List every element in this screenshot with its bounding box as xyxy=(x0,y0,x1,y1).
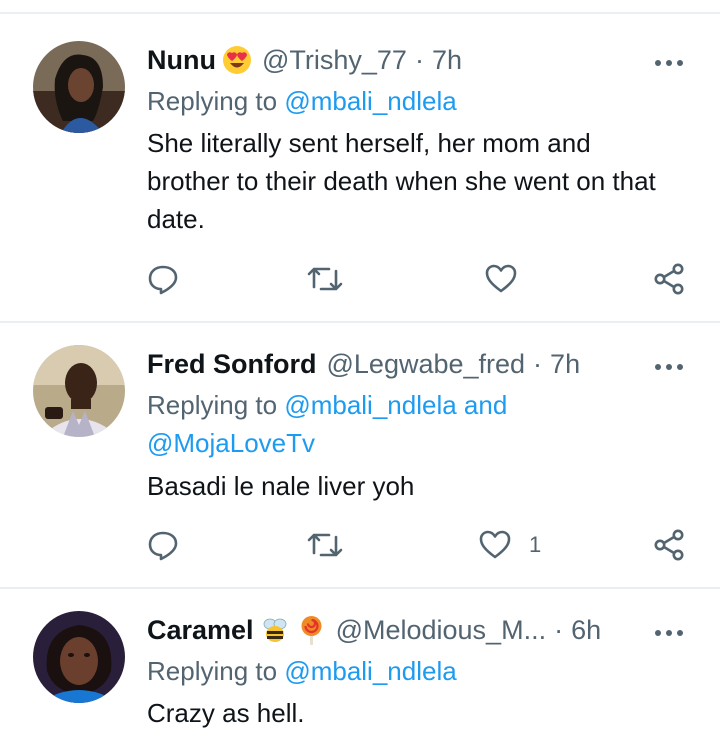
tweet-actions: 1 xyxy=(0,528,720,568)
more-icon[interactable] xyxy=(654,55,684,66)
like-count: 1 xyxy=(529,532,542,557)
share-button[interactable] xyxy=(652,262,686,296)
mention-link[interactable]: @MojaLoveTv xyxy=(147,428,315,458)
reply-icon xyxy=(148,531,178,561)
bee-emoji-icon xyxy=(260,615,290,645)
retweet-button[interactable] xyxy=(307,528,343,562)
separator-dot: · xyxy=(533,348,543,379)
share-icon xyxy=(654,529,684,561)
display-name[interactable]: Fred Sonford xyxy=(147,349,317,380)
timestamp[interactable]: 6h xyxy=(571,615,601,646)
heart-eyes-emoji-icon xyxy=(222,45,252,75)
replying-to: Replying to @mbali_ndlela xyxy=(147,652,457,690)
like-button[interactable] xyxy=(485,262,535,296)
replying-to-label: Replying to xyxy=(147,86,278,116)
more-icon[interactable] xyxy=(654,625,684,636)
avatar[interactable] xyxy=(33,345,125,437)
like-icon xyxy=(485,264,517,293)
timestamp[interactable]: 7h xyxy=(432,45,462,76)
mention-link[interactable]: @mbali_ndlela xyxy=(284,656,456,686)
reply-button[interactable] xyxy=(147,262,179,296)
tweet-text: Basadi le nale liver yoh xyxy=(147,471,415,501)
like-button[interactable]: 1 xyxy=(479,528,541,562)
replying-to: Replying to @mbali_ndlela and @MojaLoveT… xyxy=(147,386,507,462)
tweet-actions xyxy=(0,262,720,302)
more-icon[interactable] xyxy=(654,359,684,370)
user-handle[interactable]: @Melodious_M... xyxy=(336,615,547,646)
mention-link[interactable]: @mbali_ndlela xyxy=(284,86,456,116)
user-handle[interactable]: @Legwabe_fred xyxy=(327,349,526,380)
share-icon xyxy=(654,263,684,295)
tweet-text: Crazy as hell. xyxy=(147,698,305,728)
like-icon xyxy=(479,530,511,559)
display-name[interactable]: Nunu xyxy=(147,45,216,76)
share-button[interactable] xyxy=(652,528,686,562)
retweet-icon xyxy=(307,267,343,291)
mention-link[interactable]: @mbali_ndlela and xyxy=(284,390,507,420)
display-name[interactable]: Caramel xyxy=(147,615,254,646)
avatar[interactable] xyxy=(33,41,125,133)
timestamp[interactable]: 7h xyxy=(550,349,580,380)
tweet-header: Fred Sonford @Legwabe_fred · 7h xyxy=(147,344,580,384)
reply-icon xyxy=(148,265,178,295)
avatar[interactable] xyxy=(33,611,125,703)
separator-dot: · xyxy=(554,614,564,645)
retweet-icon xyxy=(307,533,343,557)
user-handle[interactable]: @Trishy_77 xyxy=(262,45,407,76)
replying-to: Replying to @mbali_ndlela xyxy=(147,82,457,120)
separator-dot: · xyxy=(414,44,424,75)
tweet-header: Nunu @Trishy_77 · 7h xyxy=(147,40,462,80)
tweet-divider xyxy=(0,321,720,323)
lollipop-emoji-icon xyxy=(296,615,326,645)
tweet-divider xyxy=(0,587,720,589)
top-divider xyxy=(0,12,720,14)
tweet-header: Caramel @Melodious_M... · 6h xyxy=(147,610,601,650)
reply-button[interactable] xyxy=(147,528,179,562)
retweet-button[interactable] xyxy=(307,262,343,296)
tweet-text: She literally sent herself, her mom and … xyxy=(147,128,656,234)
replying-to-label: Replying to xyxy=(147,390,278,420)
replying-to-label: Replying to xyxy=(147,656,278,686)
